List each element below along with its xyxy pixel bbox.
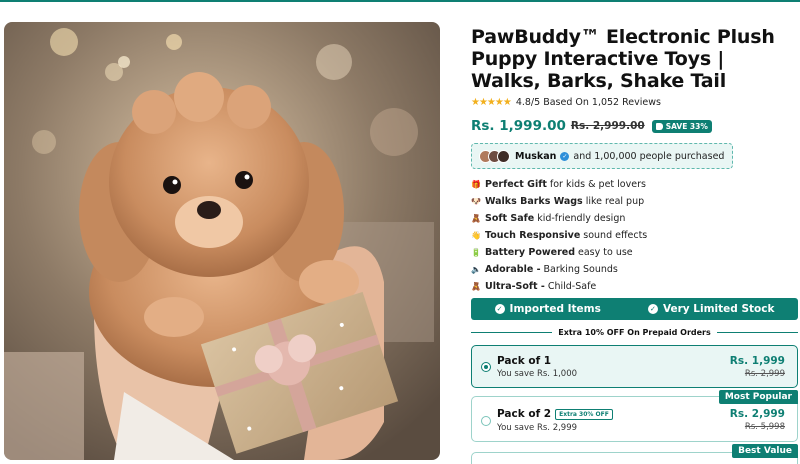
pack-price: Rs. 1,999 (729, 355, 785, 367)
feature-item: 🔋 Battery Powered easy to use (471, 244, 799, 261)
compare-at-price: Rs. 2,999.00 (570, 120, 645, 132)
pack-price: Rs. 2,999 (729, 408, 785, 420)
feature-text: like real pup (585, 196, 645, 207)
offer-divider-text: Extra 10% OFF On Prepaid Orders (558, 327, 711, 337)
feature-text: for kids & pet lovers (549, 179, 646, 190)
trust-item-label: Very Limited Stock (662, 303, 775, 315)
feature-text: Child-Safe (547, 281, 597, 292)
hand-wave-icon: 👋 (471, 231, 481, 240)
divider-line (716, 331, 798, 333)
rating-row[interactable]: ★★★★★ 4.8/5 Based On 1,052 Reviews (471, 96, 799, 109)
verified-check-icon: ✓ (560, 151, 570, 161)
product-title: PawBuddy™ Electronic Plush Puppy Interac… (471, 26, 775, 92)
tag-icon (655, 122, 663, 130)
pack-compare-price: Rs. 5,998 (744, 422, 785, 432)
rating-text: 4.8/5 Based On 1,052 Reviews (515, 97, 661, 108)
extra-off-badge: Extra 30% OFF (555, 408, 613, 420)
offer-divider: Extra 10% OFF On Prepaid Orders (471, 326, 798, 338)
gift-icon: 🎁 (471, 180, 481, 189)
speaker-icon: 🔈 (471, 265, 481, 274)
most-popular-ribbon: Most Popular (718, 390, 798, 404)
feature-item: 🐶 Walks Barks Wags like real pup (471, 193, 799, 210)
battery-icon: 🔋 (471, 248, 481, 257)
buyer-avatars (479, 149, 510, 163)
best-value-ribbon: Best Value (732, 444, 798, 458)
feature-item: 🎁 Perfect Gift for kids & pet lovers (471, 176, 799, 193)
price-row: Rs. 1,999.00 Rs. 2,999.00 SAVE 33% (471, 118, 799, 134)
feature-title: Adorable - (485, 264, 541, 275)
star-rating-icon: ★★★★★ (471, 97, 512, 108)
feature-title: Soft Safe (485, 213, 535, 224)
pack-option-2[interactable]: Most Popular Pack of 2 Extra 30% OFF You… (471, 390, 798, 442)
trust-item-imported: ✓ Imported Items (494, 303, 601, 315)
trust-bar: ✓ Imported Items ✓ Very Limited Stock (471, 298, 798, 320)
social-proof-text: and 1,00,000 people purchased (573, 150, 725, 162)
check-circle-icon: ✓ (647, 304, 658, 314)
product-image[interactable] (4, 22, 440, 460)
dog-icon: 🐶 (471, 197, 481, 206)
save-badge: SAVE 33% (651, 119, 712, 133)
feature-title: Touch Responsive (485, 230, 581, 241)
pack-radio[interactable] (481, 416, 491, 426)
feature-title: Perfect Gift (485, 179, 547, 190)
trust-item-stock: ✓ Very Limited Stock (647, 303, 775, 315)
pack-title-text: Pack of 2 (497, 408, 552, 420)
top-accent-bar (0, 0, 800, 2)
feature-item: 🧸 Soft Safe kid-friendly design (471, 210, 799, 227)
social-proof-name: Muskan (515, 150, 557, 162)
check-circle-icon: ✓ (494, 304, 505, 314)
teddy-bear-icon: 🧸 (471, 282, 481, 291)
pack-savings: You save Rs. 2,999 (497, 423, 578, 433)
teddy-bear-icon: 🧸 (471, 214, 481, 223)
feature-list: 🎁 Perfect Gift for kids & pet lovers 🐶 W… (471, 176, 799, 295)
pack-title: Pack of 2 Extra 30% OFF (497, 408, 613, 420)
feature-text: kid-friendly design (537, 213, 626, 224)
pack-savings: You save Rs. 1,000 (497, 369, 578, 379)
social-proof-banner: Muskan ✓ and 1,00,000 people purchased (471, 143, 733, 169)
feature-title: Walks Barks Wags (485, 196, 583, 207)
pack-radio[interactable] (481, 362, 491, 372)
trust-item-label: Imported Items (509, 303, 601, 315)
save-badge-label: SAVE 33% (665, 121, 708, 131)
product-info: PawBuddy™ Electronic Plush Puppy Interac… (471, 26, 799, 295)
feature-item: 🔈 Adorable - Barking Sounds (471, 261, 799, 278)
pack-title: Pack of 1 (497, 355, 552, 367)
pack-compare-price: Rs. 2,999 (744, 369, 785, 379)
sale-price: Rs. 1,999.00 (471, 118, 566, 134)
feature-text: sound effects (583, 230, 648, 241)
feature-text: Barking Sounds (543, 264, 618, 275)
feature-item: 🧸 Ultra-Soft - Child-Safe (471, 278, 799, 295)
feature-title: Battery Powered (485, 247, 575, 258)
feature-item: 👋 Touch Responsive sound effects (471, 227, 799, 244)
avatar (497, 149, 510, 163)
pack-option-1[interactable]: Pack of 1 You save Rs. 1,000 Rs. 1,999 R… (471, 345, 798, 388)
pack-option-3[interactable]: Best Value (471, 444, 798, 464)
feature-title: Ultra-Soft - (485, 281, 545, 292)
divider-line (471, 331, 553, 333)
puppy-photo (4, 22, 440, 460)
feature-text: easy to use (578, 247, 633, 258)
